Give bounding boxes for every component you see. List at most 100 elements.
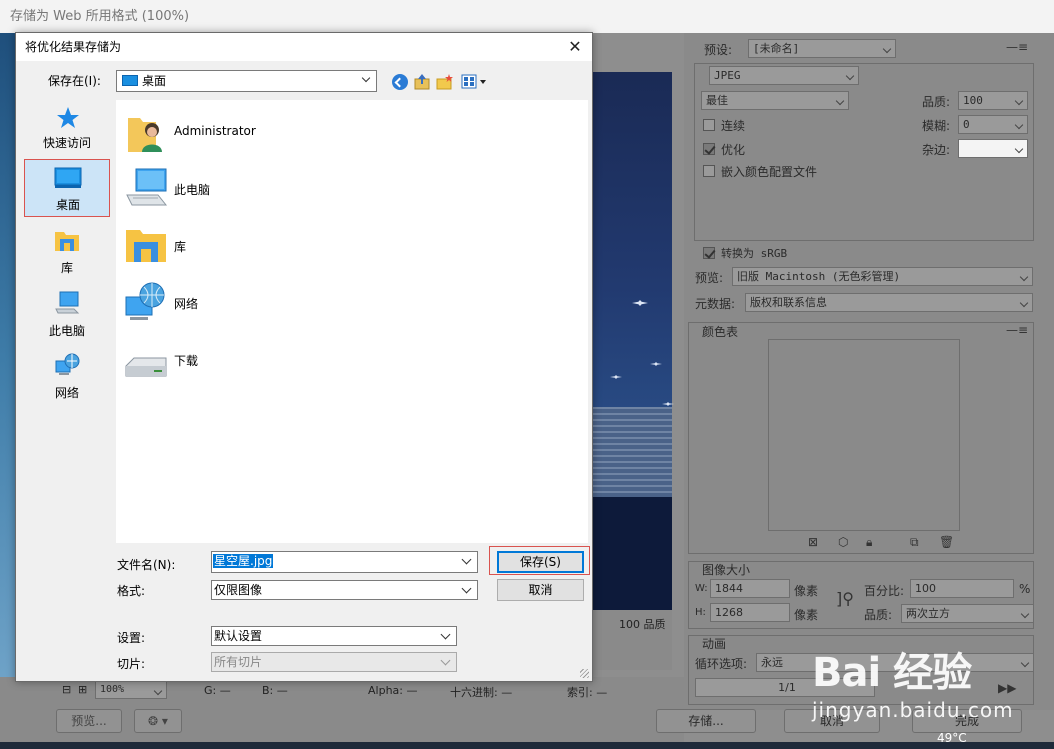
view-menu-icon[interactable] bbox=[461, 74, 489, 90]
web-shift-icon[interactable]: ⬡ bbox=[838, 535, 848, 549]
computer-icon bbox=[55, 291, 80, 314]
preview-mode-select[interactable]: 旧版 Macintosh (无色彩管理) bbox=[732, 267, 1033, 286]
place-quick-access[interactable]: 快速访问 bbox=[24, 104, 110, 162]
computer-icon bbox=[126, 168, 168, 206]
new-folder-icon[interactable] bbox=[436, 73, 454, 90]
optimized-checkbox[interactable] bbox=[703, 143, 715, 155]
progressive-label: 连续 bbox=[721, 119, 746, 133]
place-desktop[interactable]: 桌面 bbox=[24, 159, 110, 217]
zoom-select[interactable]: 100% bbox=[95, 681, 167, 699]
back-icon[interactable] bbox=[392, 74, 408, 90]
places-bar: 快速访问 桌面 库 此电脑 网络 bbox=[22, 100, 114, 580]
file-name: 网络 bbox=[174, 297, 199, 311]
close-icon[interactable]: ✕ bbox=[566, 38, 584, 56]
star-icon bbox=[610, 375, 622, 379]
resize-grip[interactable] bbox=[580, 669, 589, 678]
lock-icon[interactable]: 🔒︎ bbox=[866, 535, 872, 550]
list-item[interactable]: 网络 bbox=[124, 279, 424, 329]
desktop-icon bbox=[122, 75, 138, 86]
width-label: W: bbox=[695, 583, 708, 594]
progressive-checkbox[interactable] bbox=[703, 119, 715, 131]
list-item[interactable]: 下载 bbox=[124, 336, 424, 386]
loop-label: 循环选项: bbox=[695, 657, 748, 671]
color-table-menu-icon[interactable]: —≡ bbox=[1006, 323, 1028, 337]
blur-input[interactable]: 0 bbox=[958, 115, 1028, 134]
index-readout: 索引: — bbox=[567, 686, 608, 699]
optimization-settings-panel: 预设: [未命名] —≡ JPEG 最佳 品质: 100 连续 模糊: 0 优化… bbox=[684, 33, 1054, 710]
panel-menu-icon[interactable]: —≡ bbox=[1006, 40, 1028, 54]
percent-input[interactable]: 100 bbox=[910, 579, 1014, 598]
preset-select[interactable]: [未命名] bbox=[748, 39, 896, 58]
taskbar bbox=[0, 742, 1054, 749]
image-size-label: 图像大小 bbox=[702, 563, 751, 577]
quality-level-select[interactable]: 最佳 bbox=[701, 91, 849, 110]
percent-label: 百分比: bbox=[864, 584, 905, 598]
place-this-pc[interactable]: 此电脑 bbox=[24, 289, 110, 347]
preview-footer: 100 品质 bbox=[592, 610, 672, 670]
new-color-icon[interactable]: ⧉ bbox=[910, 535, 919, 550]
format-select[interactable]: JPEG bbox=[709, 66, 859, 85]
convert-srgb-checkbox[interactable] bbox=[703, 247, 715, 259]
metadata-label: 元数据: bbox=[695, 297, 736, 311]
taskbar-temperature: 49°C bbox=[937, 731, 967, 745]
place-label: 网络 bbox=[54, 386, 79, 400]
slices-label: 切片: bbox=[117, 657, 146, 671]
matte-label: 杂边: bbox=[922, 143, 951, 157]
zoom-in-icon[interactable]: ⊞ bbox=[78, 683, 87, 696]
star-icon bbox=[57, 107, 79, 128]
list-item[interactable]: 此电脑 bbox=[124, 165, 424, 215]
status-bar: ⊟ ⊞ 100% G: — B: — Alpha: — 十六进制: — 索引: … bbox=[0, 677, 684, 742]
format-select[interactable]: 仅限图像 bbox=[211, 580, 478, 600]
blue-readout: B: — bbox=[262, 684, 288, 697]
save-button[interactable]: 保存(S) bbox=[497, 551, 584, 573]
width-input[interactable]: 1844 bbox=[710, 579, 790, 598]
save-in-label: 保存在(I): bbox=[48, 74, 101, 88]
hex-readout: 十六进制: — bbox=[450, 686, 513, 699]
preview-window-blinds bbox=[592, 407, 672, 497]
green-readout: G: — bbox=[204, 684, 231, 697]
place-network[interactable]: 网络 bbox=[24, 351, 110, 409]
save-in-select[interactable]: 桌面 bbox=[116, 70, 377, 92]
window-title: 存储为 Web 所用格式 (100%) bbox=[0, 0, 1054, 33]
resample-select[interactable]: 两次立方 bbox=[901, 604, 1034, 623]
quality-label: 品质: bbox=[922, 95, 951, 109]
filename-input[interactable]: 星空屋.jpg bbox=[211, 551, 478, 573]
width-unit: 像素 bbox=[794, 584, 819, 598]
file-name: 库 bbox=[174, 240, 187, 254]
zoom-out-icon[interactable]: ⊟ bbox=[62, 683, 71, 696]
matte-color-select[interactable] bbox=[958, 139, 1028, 158]
blur-label: 模糊: bbox=[922, 119, 951, 133]
embed-profile-checkbox[interactable] bbox=[703, 165, 715, 177]
dialog-title: 将优化结果存储为 bbox=[16, 33, 592, 61]
list-item[interactable]: 库 bbox=[124, 222, 424, 272]
metadata-select[interactable]: 版权和联系信息 bbox=[745, 293, 1033, 312]
cancel-button[interactable]: 取消 bbox=[497, 579, 584, 601]
filename-label: 文件名(N): bbox=[117, 558, 176, 572]
place-label: 此电脑 bbox=[48, 324, 85, 338]
filename-value: 星空屋.jpg bbox=[213, 554, 274, 568]
baidu-watermark: Bai 经验 jingyan.baidu.com bbox=[812, 640, 1042, 730]
link-constrain-icon[interactable]: ]⚲ bbox=[836, 589, 854, 608]
star-icon bbox=[632, 300, 648, 306]
library-icon bbox=[126, 230, 166, 262]
settings-select[interactable]: 默认设置 bbox=[211, 626, 457, 646]
convert-srgb-label: 转换为 sRGB bbox=[721, 247, 788, 260]
settings-label: 设置: bbox=[117, 631, 146, 645]
list-item[interactable]: Administrator bbox=[124, 108, 424, 158]
preview-label: 预览: bbox=[695, 271, 724, 285]
trash-icon[interactable]: 🗑︎ bbox=[939, 535, 954, 549]
save-optimized-dialog: 将优化结果存储为 ✕ 保存在(I): 桌面 快速访问 桌面 库 此电脑 网络 A… bbox=[15, 32, 593, 682]
slices-select: 所有切片 bbox=[211, 652, 457, 672]
preview-button[interactable]: 预览... bbox=[56, 709, 122, 733]
preset-label: 预设: bbox=[704, 43, 733, 57]
map-color-icon[interactable]: ⊠ bbox=[808, 535, 818, 549]
file-name: 下载 bbox=[174, 354, 199, 368]
browser-preview-button[interactable]: ❂ ▾ bbox=[134, 709, 182, 733]
height-input[interactable]: 1268 bbox=[710, 603, 790, 622]
place-library[interactable]: 库 bbox=[24, 226, 110, 284]
quality-input[interactable]: 100 bbox=[958, 91, 1028, 110]
place-label: 库 bbox=[60, 261, 73, 275]
store-button[interactable]: 存储... bbox=[656, 709, 756, 733]
save-in-value: 桌面 bbox=[142, 74, 167, 88]
up-folder-icon[interactable] bbox=[414, 73, 430, 90]
